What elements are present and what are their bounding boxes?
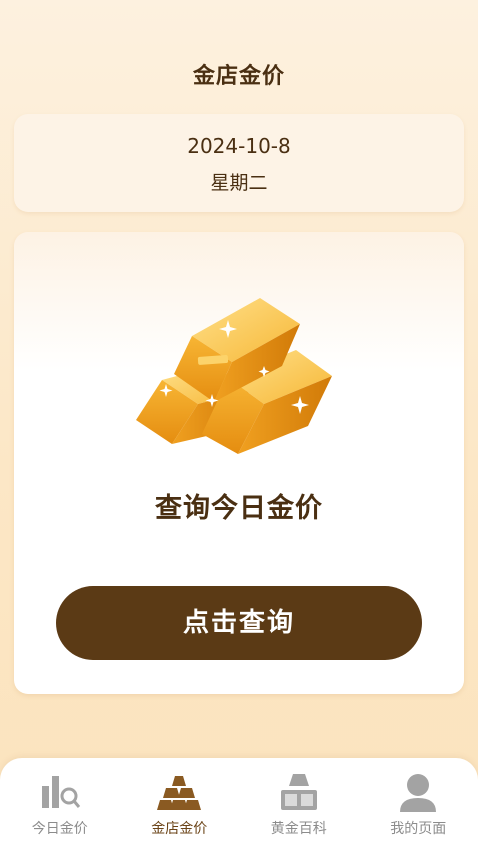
tab-my-page[interactable]: 我的页面 (359, 758, 478, 850)
tab-gold-encyclopedia[interactable]: 黄金百科 (239, 758, 359, 850)
user-profile-icon (400, 774, 437, 812)
query-button[interactable]: 点击查询 (56, 586, 422, 660)
tab-store-gold-price[interactable]: 金店金价 (120, 758, 240, 850)
query-heading: 查询今日金价 (155, 493, 323, 524)
chart-search-icon (41, 776, 80, 808)
tab-label: 黄金百科 (270, 821, 327, 837)
tab-label: 我的页面 (390, 821, 447, 837)
tab-label: 金店金价 (151, 821, 208, 837)
current-weekday: 星期二 (210, 172, 268, 194)
page-title: 金店金价 (192, 64, 285, 89)
gold-bars-stack-icon (157, 776, 202, 810)
gold-bars-illustration (136, 298, 332, 454)
bottom-tab-bar: 今日金价 金店金价 黄金百科 我的页面 (0, 758, 478, 850)
gold-encyclopedia-icon (280, 774, 317, 810)
date-card: 2024-10-8 星期二 (14, 114, 464, 212)
current-date: 2024-10-8 (187, 134, 291, 158)
tab-today-gold-price[interactable]: 今日金价 (0, 758, 120, 850)
query-card: 查询今日金价 点击查询 (14, 232, 464, 694)
tab-label: 今日金价 (31, 821, 88, 837)
